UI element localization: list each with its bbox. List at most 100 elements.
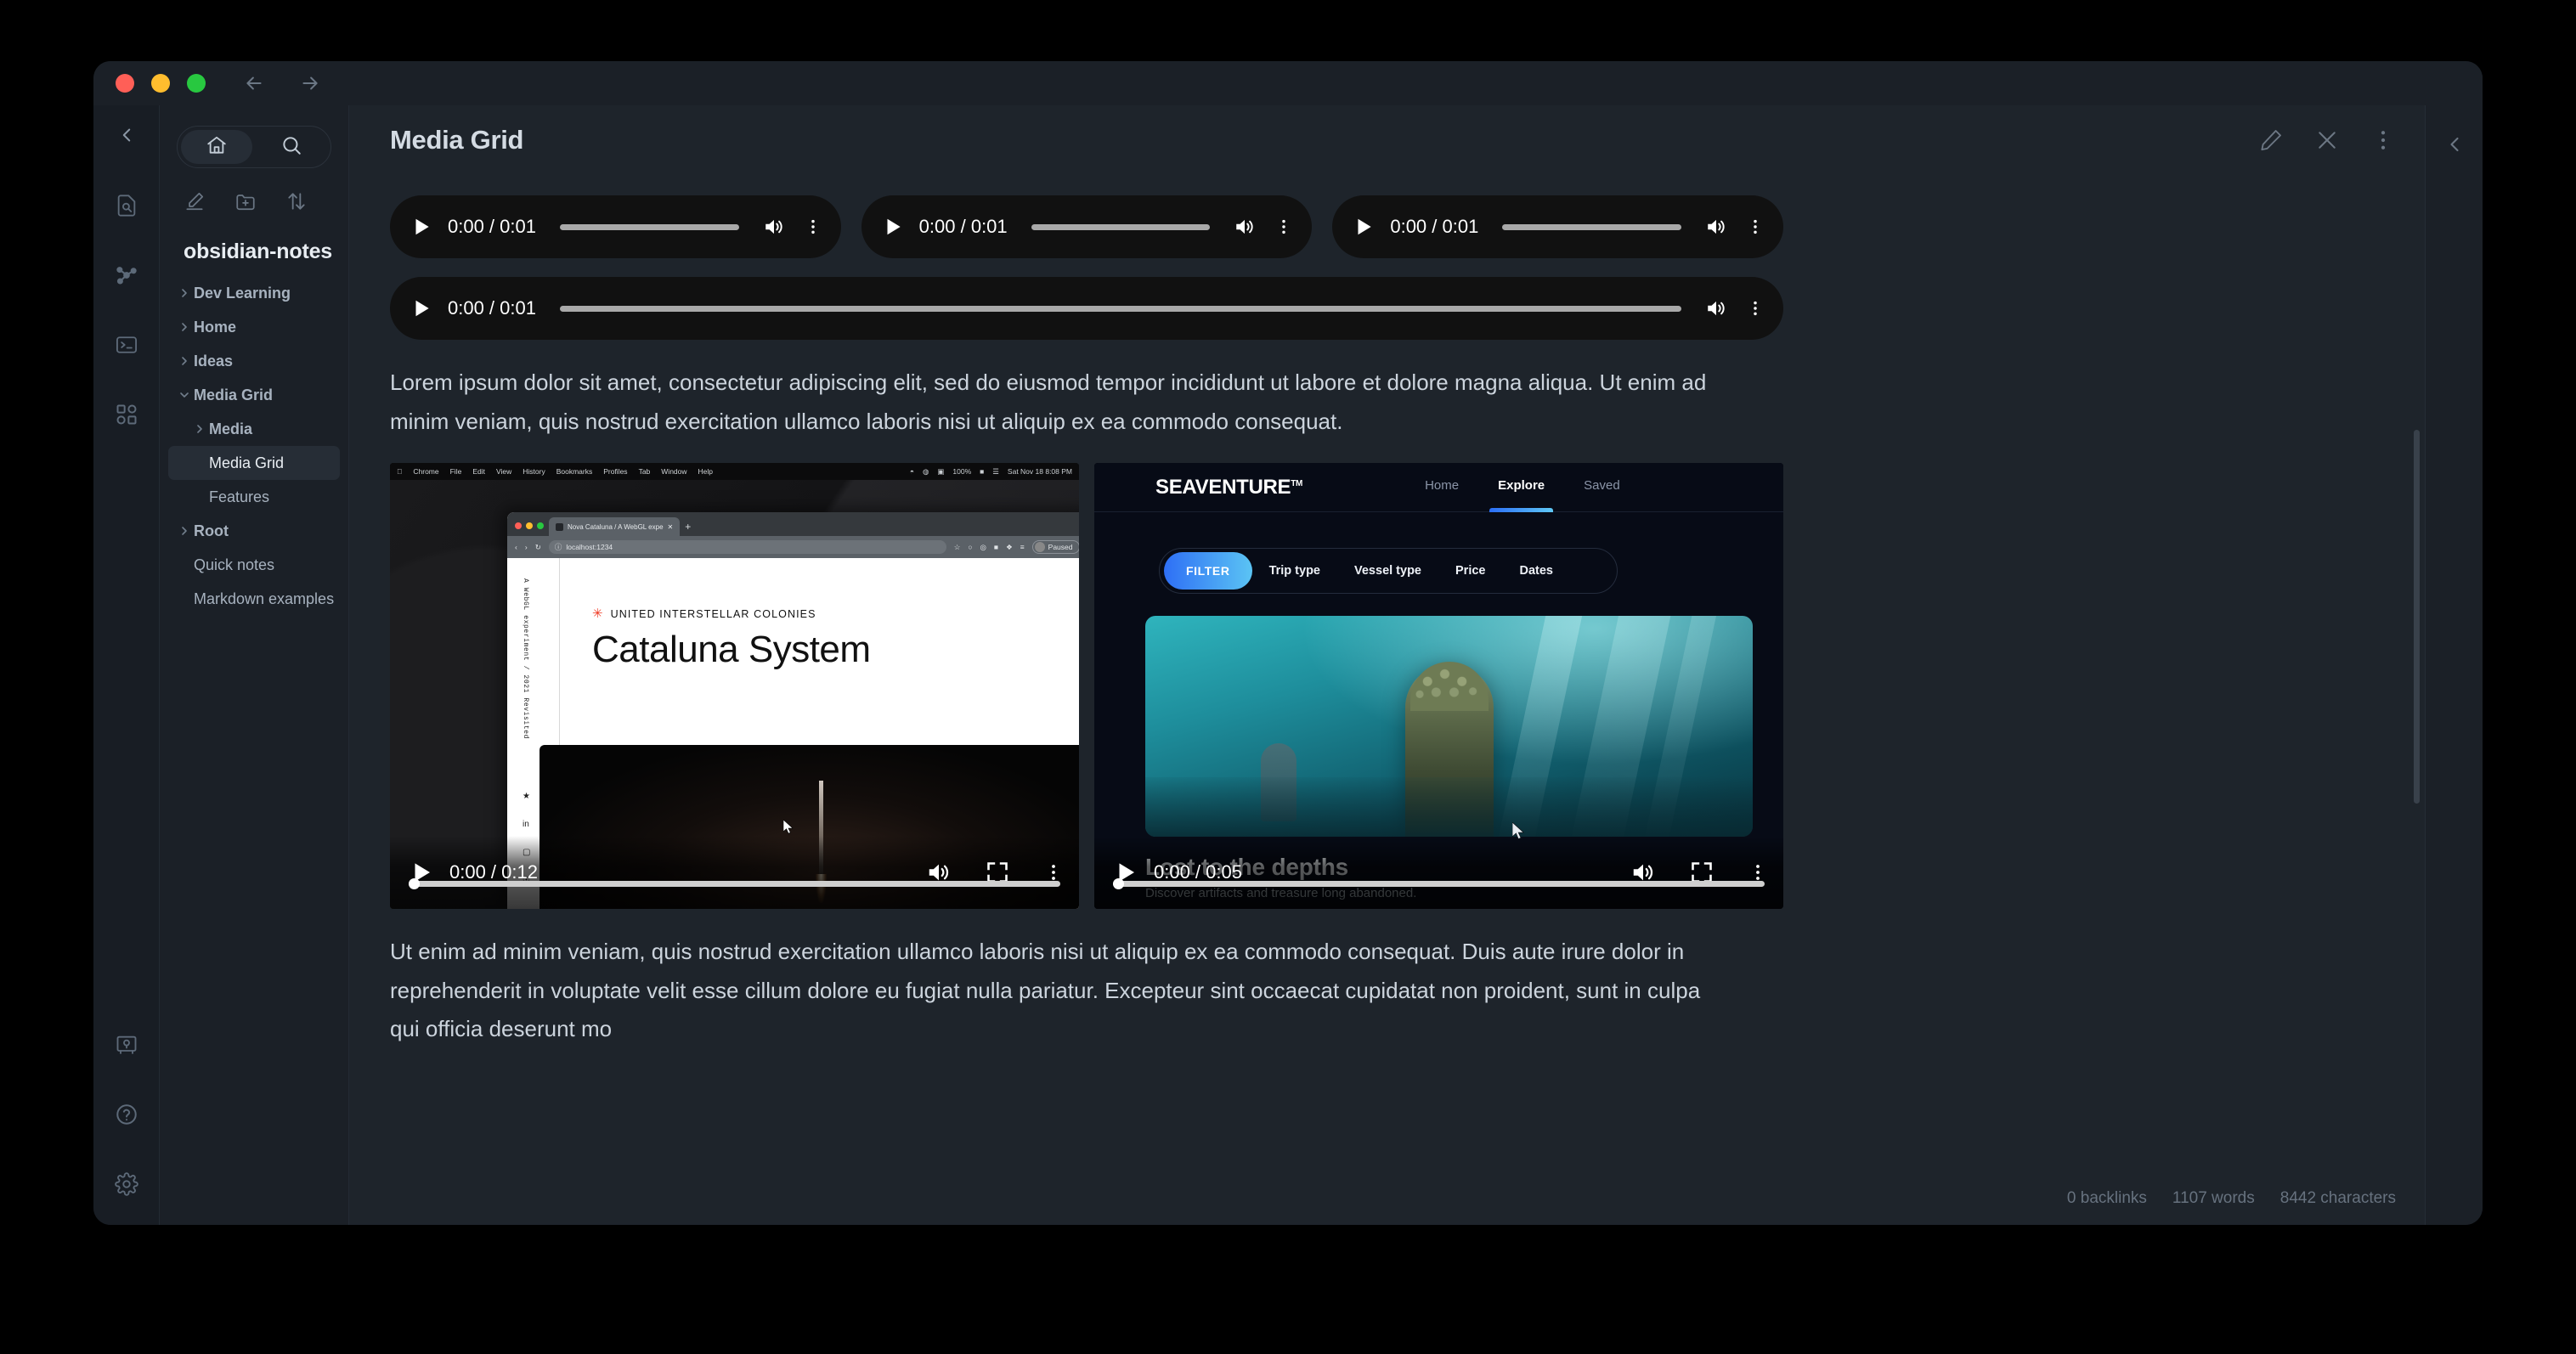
sidebar-tab-search[interactable] [256, 130, 327, 164]
sidebar-tab-home[interactable] [181, 130, 252, 164]
progress-knob[interactable] [1113, 878, 1124, 889]
extension-icon[interactable]: ○ [968, 543, 972, 551]
play-icon[interactable] [410, 297, 432, 319]
filter-dates[interactable]: Dates [1502, 564, 1570, 578]
menubar-item: Bookmarks [556, 467, 593, 476]
play-icon[interactable] [1353, 216, 1375, 238]
graph-icon[interactable] [108, 257, 145, 294]
video-progress-bar[interactable] [1113, 881, 1765, 887]
nav-link-explore[interactable]: Explore [1498, 478, 1545, 496]
tree-file-media-grid[interactable]: Media Grid [168, 446, 340, 480]
forward-arrow-icon[interactable]: › [525, 543, 528, 551]
settings-icon[interactable] [108, 1165, 145, 1203]
chevron-right-icon[interactable] [175, 320, 194, 334]
play-icon[interactable] [410, 216, 432, 238]
vault-icon[interactable] [108, 1026, 145, 1063]
tree-folder-media-grid[interactable]: Media Grid [168, 378, 340, 412]
more-vertical-icon[interactable] [1748, 862, 1768, 883]
more-vertical-icon[interactable] [1743, 217, 1765, 236]
video-progress-bar[interactable] [409, 881, 1060, 887]
tree-folder-root[interactable]: Root [168, 514, 340, 548]
search-icon [280, 134, 302, 161]
volume-icon[interactable] [1705, 216, 1727, 238]
more-vertical-icon[interactable] [800, 217, 822, 236]
audio-player[interactable]: 0:00 / 0:01 [1332, 195, 1783, 258]
address-bar[interactable]: ⓘ localhost:1234 [549, 540, 946, 554]
edit-pencil-icon[interactable] [2258, 127, 2284, 153]
close-window-button[interactable] [116, 74, 134, 93]
reload-icon[interactable]: ↻ [535, 543, 541, 552]
editor-scrollbar[interactable] [2414, 430, 2420, 804]
display-icon: ▣ [937, 467, 944, 477]
tree-folder-home[interactable]: Home [168, 310, 340, 344]
extensions-puzzle-icon[interactable]: ❖ [1006, 543, 1013, 552]
tree-folder-media[interactable]: Media [168, 412, 340, 446]
maximize-window-button[interactable] [187, 74, 206, 93]
extension-icon[interactable]: ◎ [980, 543, 986, 552]
new-tab-button[interactable]: + [685, 521, 691, 536]
chevron-right-icon[interactable] [175, 354, 194, 368]
chevron-right-icon[interactable] [175, 286, 194, 300]
plugins-icon[interactable] [108, 396, 145, 433]
audio-progress-bar[interactable] [1031, 224, 1211, 230]
linkedin-icon[interactable]: in [523, 820, 530, 829]
back-arrow-icon[interactable] [243, 72, 265, 94]
more-vertical-icon[interactable] [1043, 862, 1064, 883]
backlinks-count[interactable]: 0 backlinks [2067, 1189, 2147, 1208]
editor-scroll-area[interactable]: 0:00 / 0:01 0:00 / 0:01 [349, 175, 2425, 1225]
sort-icon[interactable] [285, 190, 308, 212]
video-card-cataluna[interactable]:  Chrome File Edit View History Bookmark… [390, 463, 1079, 909]
bookmark-star-icon[interactable]: ☆ [954, 543, 961, 552]
expand-right-sidebar-button[interactable] [2443, 133, 2466, 161]
word-count[interactable]: 1107 words [2172, 1189, 2255, 1208]
filter-trip-type[interactable]: Trip type [1252, 564, 1337, 578]
volume-icon[interactable] [763, 216, 785, 238]
chrome-traffic-lights[interactable] [515, 522, 544, 536]
volume-icon[interactable] [1705, 297, 1727, 319]
character-count[interactable]: 8442 characters [2280, 1189, 2396, 1208]
new-note-icon[interactable] [184, 190, 206, 212]
minimize-window-button[interactable] [151, 74, 170, 93]
close-icon[interactable] [2314, 127, 2340, 153]
tree-folder-ideas[interactable]: Ideas [168, 344, 340, 378]
more-vertical-icon[interactable] [1743, 299, 1765, 318]
help-icon[interactable] [108, 1096, 145, 1133]
file-search-icon[interactable] [108, 187, 145, 224]
nav-link-saved[interactable]: Saved [1584, 478, 1620, 496]
filter-button[interactable]: FILTER [1164, 552, 1252, 590]
filter-price[interactable]: Price [1438, 564, 1502, 578]
audio-player[interactable]: 0:00 / 0:01 [390, 195, 841, 258]
tree-file-features[interactable]: Features [168, 480, 340, 514]
collapse-sidebar-button[interactable] [93, 124, 160, 146]
play-icon[interactable] [882, 216, 904, 238]
twitter-icon[interactable]: ★ [523, 792, 530, 801]
audio-progress-bar[interactable] [560, 224, 739, 230]
audio-progress-bar[interactable] [560, 306, 1681, 312]
back-arrow-icon[interactable]: ‹ [515, 543, 517, 551]
more-vertical-icon[interactable] [2370, 127, 2396, 153]
chrome-profile-chip[interactable]: Paused [1032, 540, 1079, 554]
audio-player-row-1: 0:00 / 0:01 0:00 / 0:01 [390, 195, 1783, 258]
video-card-seaventure[interactable]: SEAVENTURETM Home Explore Saved F [1094, 463, 1783, 909]
audio-player[interactable]: 0:00 / 0:01 [390, 277, 1783, 340]
filter-vessel-type[interactable]: Vessel type [1337, 564, 1438, 578]
volume-icon[interactable] [1234, 216, 1256, 238]
audio-progress-bar[interactable] [1502, 224, 1681, 230]
forward-arrow-icon[interactable] [299, 72, 321, 94]
terminal-icon[interactable] [108, 326, 145, 364]
extension-icon[interactable]: ■ [994, 543, 998, 551]
chevron-right-icon[interactable] [175, 524, 194, 538]
tree-file-quick-notes[interactable]: Quick notes [168, 548, 340, 582]
nav-link-home[interactable]: Home [1425, 478, 1459, 496]
audio-player[interactable]: 0:00 / 0:01 [861, 195, 1313, 258]
chevron-right-icon[interactable] [190, 422, 209, 436]
close-icon[interactable]: ✕ [668, 523, 674, 531]
chrome-tab[interactable]: Nova Cataluna / A WebGL expe ✕ [549, 517, 680, 536]
new-folder-icon[interactable] [234, 190, 257, 212]
progress-knob[interactable] [409, 878, 420, 889]
tree-file-markdown-examples[interactable]: Markdown examples [168, 582, 340, 616]
chevron-down-icon[interactable] [175, 388, 194, 402]
reading-list-icon[interactable]: ≡ [1020, 543, 1025, 551]
more-vertical-icon[interactable] [1271, 217, 1293, 236]
tree-folder-dev-learning[interactable]: Dev Learning [168, 276, 340, 310]
